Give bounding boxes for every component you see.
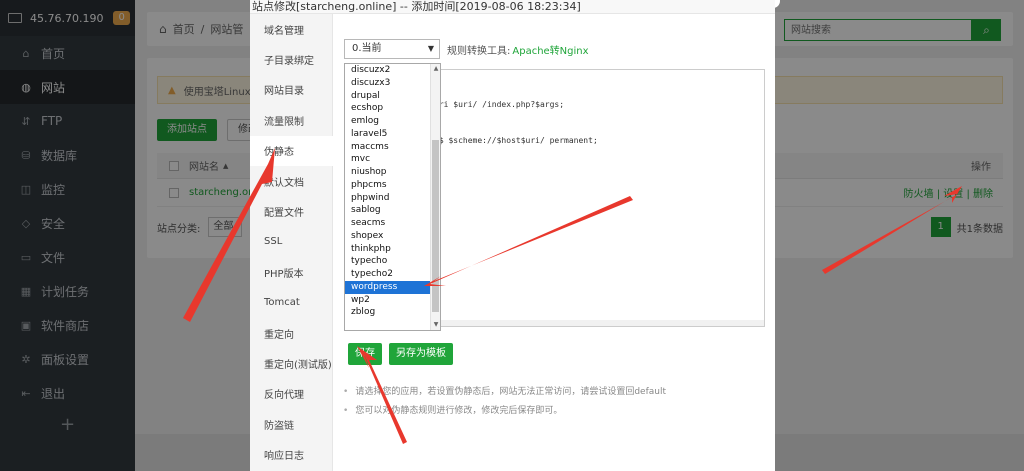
modal-tab[interactable]: 防盗链: [250, 409, 332, 439]
save-button[interactable]: 保存: [348, 343, 382, 365]
modal-tab[interactable]: 响应日志: [250, 439, 332, 469]
dropdown-option[interactable]: phpcms: [345, 179, 431, 192]
code-line: uri $uri/ /index.php?$args;: [434, 100, 565, 109]
scroll-thumb[interactable]: [432, 140, 439, 312]
dropdown-option[interactable]: drupal: [345, 90, 431, 103]
modal-tabs: 域名管理 子目录绑定 网站目录 流量限制 伪静态 默认文档 配置文件 SSL PHP版本 Tomc…: [250, 14, 333, 471]
hint-item: 请选择您的应用，若设置伪静态后，网站无法正常访问，请尝试设置回default: [343, 384, 666, 397]
modal-tab[interactable]: PHP版本: [250, 257, 332, 287]
dropdown-option[interactable]: typecho: [345, 255, 431, 268]
hint-list: 请选择您的应用，若设置伪静态后，网站无法正常访问，请尝试设置回default 您…: [343, 384, 666, 422]
rewrite-panel: 0.当前 ▼ 规则转换工具: Apache转Nginx uri $uri/ /i…: [333, 14, 775, 471]
modal-tab[interactable]: 流量限制: [250, 105, 332, 135]
rule-tool-link[interactable]: Apache转Nginx: [512, 42, 588, 57]
modal-tab[interactable]: 重定向(测试版): [250, 348, 332, 378]
modal-tab[interactable]: 网站目录: [250, 75, 332, 105]
dropdown-option[interactable]: sablog: [345, 204, 431, 217]
dropdown-option[interactable]: discuzx2: [345, 64, 431, 77]
rewrite-toolbar: 0.当前 ▼ 规则转换工具: Apache转Nginx: [344, 39, 589, 59]
rewrite-dropdown: discuzx2 discuzx3 drupal ecshop emlog laravel…: [344, 63, 441, 331]
chevron-down-icon: ▼: [427, 44, 434, 53]
dropdown-list: discuzx2 discuzx3 drupal ecshop emlog laravel…: [345, 64, 440, 319]
dropdown-option[interactable]: wp2: [345, 294, 431, 307]
dropdown-option[interactable]: niushop: [345, 166, 431, 179]
modal-tab[interactable]: 伪静态: [250, 135, 333, 166]
modal-tab[interactable]: SSL: [250, 227, 332, 257]
hint-item: 您可以对伪静态规则进行修改，修改完后保存即可。: [343, 403, 666, 416]
dropdown-option[interactable]: zblog: [345, 306, 431, 319]
scroll-up-icon[interactable]: ▲: [431, 64, 441, 74]
dropdown-option[interactable]: mvc: [345, 153, 431, 166]
dropdown-option[interactable]: wordpress: [345, 280, 431, 294]
dropdown-option[interactable]: seacms: [345, 217, 431, 230]
modal-tab[interactable]: 反向代理: [250, 379, 332, 409]
modal-tab[interactable]: 配置文件: [250, 196, 332, 226]
modal-tab[interactable]: 子目录绑定: [250, 44, 332, 74]
dropdown-scrollbar[interactable]: ▲ ▼: [430, 64, 440, 330]
modal-tab[interactable]: 域名管理: [250, 14, 332, 44]
modal-tab[interactable]: 默认文档: [250, 166, 332, 196]
dropdown-option[interactable]: emlog: [345, 115, 431, 128]
dropdown-option[interactable]: maccms: [345, 141, 431, 154]
dropdown-option[interactable]: thinkphp: [345, 243, 431, 256]
modal-title: 站点修改[starcheng.online] -- 添加时间[2019-08-0…: [250, 0, 775, 14]
dropdown-option[interactable]: laravel5: [345, 128, 431, 141]
dropdown-option[interactable]: discuzx3: [345, 77, 431, 90]
scroll-down-icon[interactable]: ▼: [431, 320, 441, 330]
dropdown-option[interactable]: ecshop: [345, 102, 431, 115]
dropdown-option[interactable]: shopex: [345, 230, 431, 243]
site-edit-modal: 站点修改[starcheng.online] -- 添加时间[2019-08-0…: [250, 0, 775, 471]
dropdown-option[interactable]: typecho2: [345, 268, 431, 281]
modal-tab[interactable]: 重定向: [250, 318, 332, 348]
dropdown-option[interactable]: phpwind: [345, 192, 431, 205]
rewrite-select-value: 0.当前: [352, 43, 382, 54]
rewrite-select[interactable]: 0.当前 ▼: [344, 39, 440, 59]
code-line: n$ $scheme://$host$uri/ permanent;: [434, 136, 598, 145]
save-template-button[interactable]: 另存为模板: [389, 343, 453, 365]
rule-tool-label: 规则转换工具:: [447, 45, 511, 57]
modal-tab[interactable]: Tomcat: [250, 288, 332, 318]
